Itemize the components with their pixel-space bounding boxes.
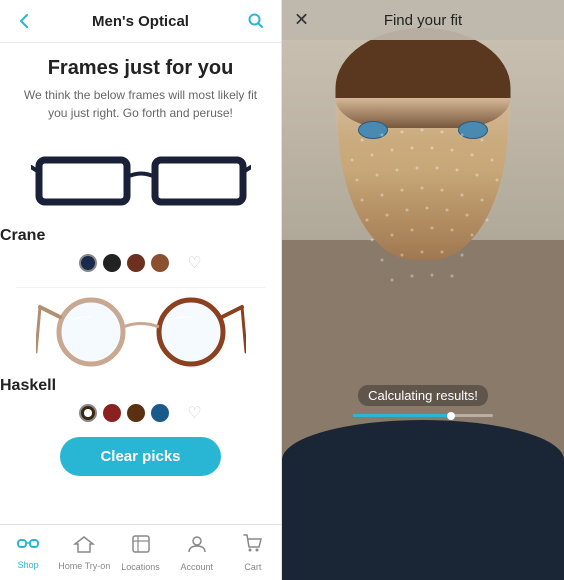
right-header: ✕ Find your fit xyxy=(282,0,564,40)
content-scroll[interactable]: Frames just for you We think the below f… xyxy=(0,43,281,580)
nav-label-home-tryon: Home Try-on xyxy=(58,561,110,571)
frame1-colors: ♡ xyxy=(0,253,281,273)
left-panel: Men's Optical Frames just for you We thi… xyxy=(0,0,282,580)
frames-section: Frames just for you We think the below f… xyxy=(0,43,281,142)
right-title: Find your fit xyxy=(384,12,462,29)
clear-picks-button[interactable]: Clear picks xyxy=(60,437,220,476)
color-swatch[interactable] xyxy=(151,404,169,422)
left-eye xyxy=(358,121,388,139)
color-swatch[interactable] xyxy=(151,254,169,272)
color-swatch[interactable] xyxy=(79,404,97,422)
nav-label-cart: Cart xyxy=(244,562,261,572)
right-panel: ✕ Find your fit Calculating results! xyxy=(282,0,564,580)
frame-divider xyxy=(16,287,265,288)
search-icon[interactable] xyxy=(245,10,267,32)
nav-item-locations[interactable]: Locations xyxy=(112,534,168,572)
home-tryon-icon xyxy=(73,535,95,559)
nav-label-locations: Locations xyxy=(121,562,160,572)
calculating-text: Calculating results! xyxy=(358,385,488,406)
progress-dot xyxy=(447,412,455,420)
nav-item-cart[interactable]: Cart xyxy=(225,534,281,572)
frames-subtitle: We think the below frames will most like… xyxy=(16,86,265,122)
color-swatch[interactable] xyxy=(103,404,121,422)
nav-item-shop[interactable]: Shop xyxy=(0,535,56,570)
back-icon[interactable] xyxy=(14,10,36,32)
progress-fill xyxy=(353,414,451,417)
header-title: Men's Optical xyxy=(36,13,245,30)
right-eye xyxy=(458,121,488,139)
wishlist-icon[interactable]: ♡ xyxy=(187,403,201,423)
shop-icon xyxy=(17,535,39,558)
bottom-nav: Shop Home Try-on Locations xyxy=(0,524,281,580)
color-swatch[interactable] xyxy=(127,404,145,422)
color-swatch[interactable] xyxy=(79,254,97,272)
nav-label-shop: Shop xyxy=(18,560,39,570)
frames-title: Frames just for you xyxy=(16,57,265,80)
frame2-name: Haskell xyxy=(0,377,281,395)
close-button[interactable]: ✕ xyxy=(294,10,309,31)
nav-label-account: Account xyxy=(180,562,213,572)
nav-item-account[interactable]: Account xyxy=(169,534,225,572)
left-header: Men's Optical xyxy=(0,0,281,43)
color-swatch[interactable] xyxy=(127,254,145,272)
account-icon xyxy=(187,534,207,560)
wishlist-icon[interactable]: ♡ xyxy=(187,253,201,273)
progress-bar xyxy=(353,414,493,417)
frame2-colors: ♡ xyxy=(0,403,281,423)
frame1-name: Crane xyxy=(0,227,281,245)
eyes-area xyxy=(358,115,488,145)
calculating-bar: Calculating results! xyxy=(282,377,564,425)
cart-icon xyxy=(243,534,263,560)
frame2-image[interactable] xyxy=(0,292,281,367)
frame1-image[interactable] xyxy=(0,142,281,217)
locations-icon xyxy=(131,534,151,560)
shirt-area xyxy=(282,420,564,580)
color-swatch[interactable] xyxy=(103,254,121,272)
nav-item-home-try-on[interactable]: Home Try-on xyxy=(56,535,112,571)
